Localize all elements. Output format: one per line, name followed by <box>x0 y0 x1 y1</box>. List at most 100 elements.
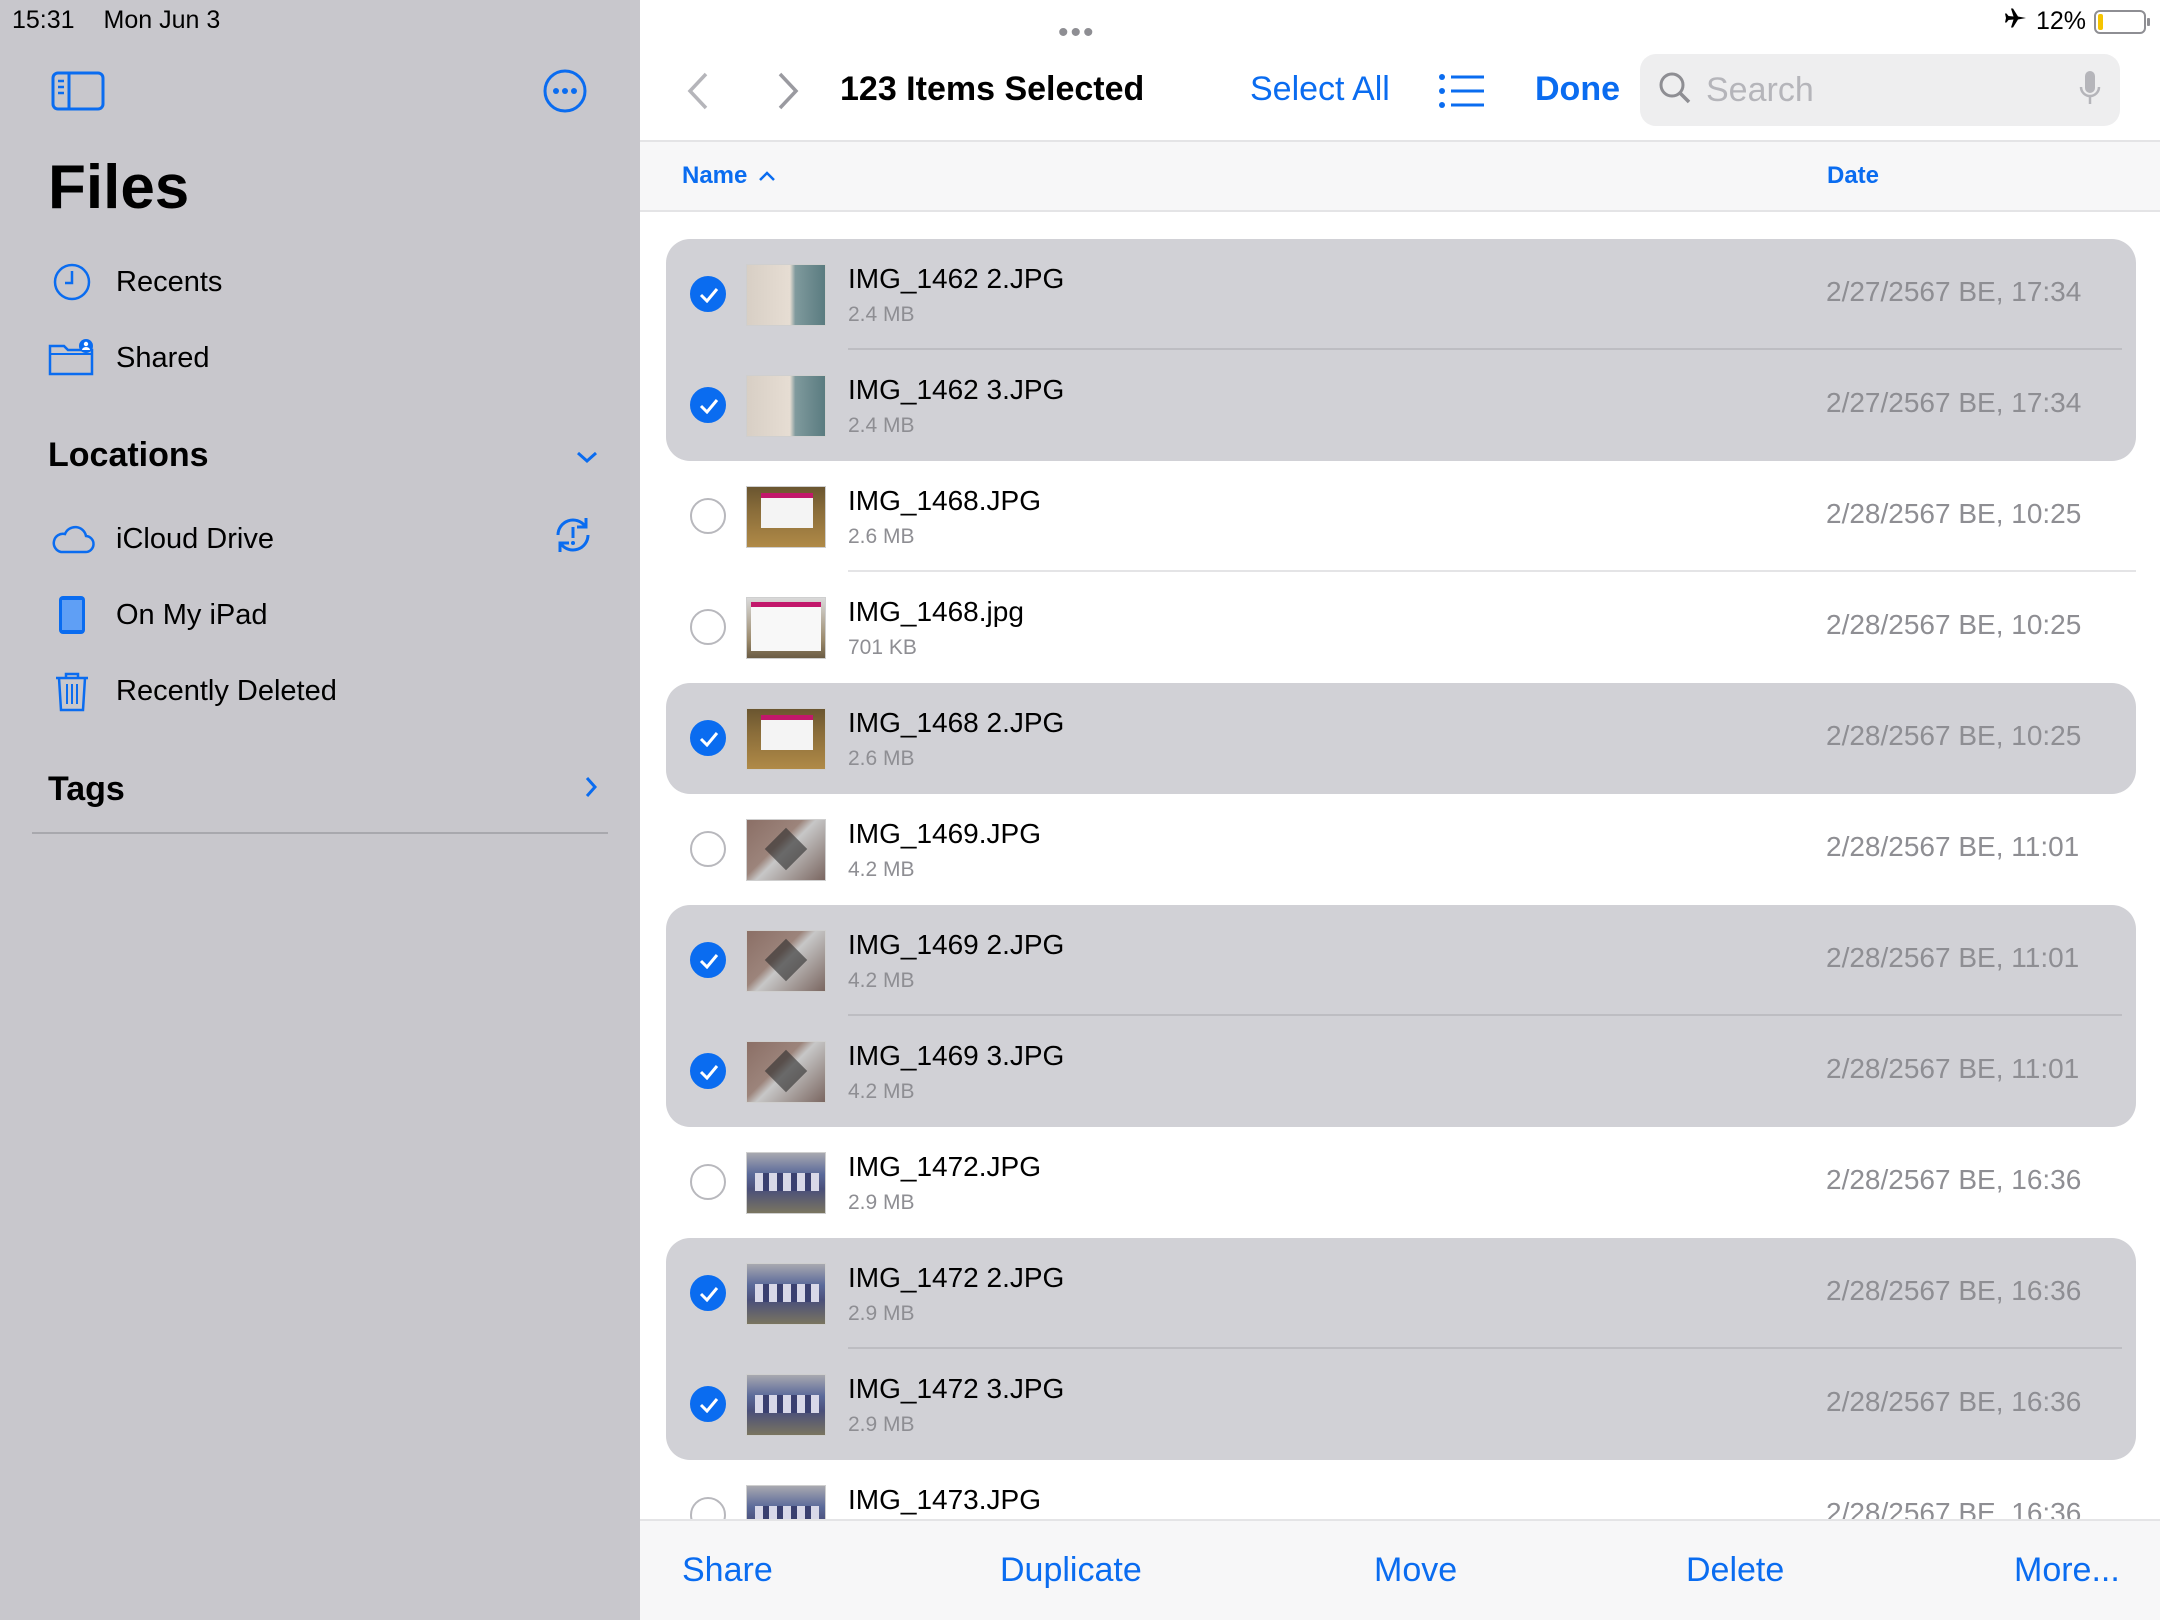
file-thumbnail <box>746 264 826 326</box>
sort-ascending-icon <box>757 162 777 190</box>
sidebar-divider <box>32 832 608 834</box>
microphone-icon[interactable] <box>2078 69 2102 112</box>
file-date: 2/28/2567 BE, 10:25 <box>1826 720 2082 751</box>
file-row[interactable]: IMG_1468 2.JPG 2.6 MB 2/28/2567 BE, 10:25 <box>666 683 2136 794</box>
status-time: 15:31 <box>12 6 75 34</box>
file-size: 2.6 MB <box>848 525 915 548</box>
selection-checkbox[interactable] <box>690 498 726 534</box>
sidebar-title: Files <box>48 153 190 222</box>
sidebar-toggle-icon[interactable] <box>50 68 106 114</box>
file-row[interactable]: IMG_1469.JPG 4.2 MB 2/28/2567 BE, 11:01 <box>666 794 2136 905</box>
selection-checkbox[interactable] <box>690 1497 726 1519</box>
file-date: 2/27/2567 BE, 17:34 <box>1826 387 2082 418</box>
file-thumbnail <box>746 597 826 659</box>
forward-chevron-icon[interactable] <box>768 66 808 116</box>
file-name: IMG_1468.JPG <box>848 485 1041 516</box>
selection-checkbox[interactable] <box>690 1164 726 1200</box>
file-size: 2.9 MB <box>848 1191 915 1214</box>
file-row[interactable]: IMG_1472.JPG 2.9 MB 2/28/2567 BE, 16:36 <box>666 1127 2136 1238</box>
file-thumbnail <box>746 708 826 770</box>
file-date: 2/28/2567 BE, 16:36 <box>1826 1164 2082 1195</box>
file-name: IMG_1469 2.JPG <box>848 929 1065 960</box>
chevron-right-icon[interactable] <box>582 770 600 809</box>
file-list[interactable]: IMG_1462 2.JPG 2.4 MB 2/27/2567 BE, 17:34 I… <box>666 239 2136 1519</box>
sidebar-item-label: On My iPad <box>116 598 268 631</box>
more-actions-button[interactable]: More... <box>2014 1551 2120 1590</box>
sidebar-item-label: Recently Deleted <box>116 674 337 707</box>
file-date: 2/28/2567 BE, 16:36 <box>1826 1275 2082 1306</box>
airplane-icon <box>2004 6 2028 37</box>
sidebar-item-recently-deleted[interactable]: Recently Deleted <box>48 661 608 721</box>
search-icon <box>1658 71 1692 110</box>
shared-folder-icon <box>48 334 96 382</box>
selection-checkbox[interactable] <box>690 942 726 978</box>
selection-checkbox[interactable] <box>690 1053 726 1089</box>
delete-button[interactable]: Delete <box>1686 1551 1784 1590</box>
sidebar-item-recents[interactable]: Recents <box>48 252 608 312</box>
status-bar-left: 15:31 Mon Jun 3 <box>12 6 242 35</box>
list-view-icon[interactable] <box>1438 72 1486 110</box>
more-options-icon[interactable] <box>542 68 588 114</box>
column-header: Name Date <box>640 142 2160 212</box>
file-thumbnail <box>746 1152 826 1214</box>
locations-section-header[interactable]: Locations <box>48 436 600 475</box>
sidebar-item-icloud-drive[interactable]: iCloud Drive <box>48 509 608 569</box>
file-row[interactable]: IMG_1473.JPG 2/28/2567 BE, 16:36 <box>666 1460 2136 1519</box>
file-row[interactable]: IMG_1468.jpg 701 KB 2/28/2567 BE, 10:25 <box>666 572 2136 683</box>
clock-icon <box>48 258 96 306</box>
file-date: 2/27/2567 BE, 17:34 <box>1826 276 2082 307</box>
file-thumbnail <box>746 1485 826 1519</box>
sidebar: 15:31 Mon Jun 3 Files Recents Shared Loc… <box>0 0 640 1620</box>
file-row[interactable]: IMG_1472 3.JPG 2.9 MB 2/28/2567 BE, 16:36 <box>666 1349 2136 1460</box>
move-button[interactable]: Move <box>1374 1551 1457 1590</box>
file-size: 4.2 MB <box>848 969 915 992</box>
file-row[interactable]: IMG_1469 2.JPG 4.2 MB 2/28/2567 BE, 11:01 <box>666 905 2136 1016</box>
back-chevron-icon[interactable] <box>678 66 718 116</box>
battery-icon <box>2094 9 2150 34</box>
file-name: IMG_1462 3.JPG <box>848 374 1065 405</box>
battery-percent: 12% <box>2035 7 2086 35</box>
file-row[interactable]: IMG_1469 3.JPG 4.2 MB 2/28/2567 BE, 11:01 <box>666 1016 2136 1127</box>
file-row[interactable]: IMG_1468.JPG 2.6 MB 2/28/2567 BE, 10:25 <box>666 461 2136 572</box>
status-bar-right: 12% <box>2004 6 2150 37</box>
file-thumbnail <box>746 375 826 437</box>
file-thumbnail <box>746 819 826 881</box>
date-column-sort-button[interactable]: Date <box>1827 162 1879 190</box>
sync-alert-icon[interactable] <box>550 512 596 566</box>
file-size: 2.6 MB <box>848 747 915 770</box>
file-thumbnail <box>746 1263 826 1325</box>
file-row[interactable]: IMG_1462 2.JPG 2.4 MB 2/27/2567 BE, 17:34 <box>666 239 2136 350</box>
file-thumbnail <box>746 486 826 548</box>
multitasking-grabber-icon[interactable]: ••• <box>1058 16 1096 50</box>
selection-checkbox[interactable] <box>690 609 726 645</box>
sidebar-item-on-my-ipad[interactable]: On My iPad <box>48 585 608 645</box>
file-size: 701 KB <box>848 636 917 659</box>
duplicate-button[interactable]: Duplicate <box>1000 1551 1142 1590</box>
file-row[interactable]: IMG_1472 2.JPG 2.9 MB 2/28/2567 BE, 16:36 <box>666 1238 2136 1349</box>
select-all-button[interactable]: Select All <box>1250 70 1390 109</box>
file-name: IMG_1462 2.JPG <box>848 263 1065 294</box>
trash-icon <box>48 667 96 715</box>
selection-checkbox[interactable] <box>690 387 726 423</box>
name-column-sort-button[interactable]: Name <box>682 162 777 190</box>
file-row[interactable]: IMG_1462 3.JPG 2.4 MB 2/27/2567 BE, 17:34 <box>666 350 2136 461</box>
done-button[interactable]: Done <box>1535 70 1620 109</box>
file-size: 4.2 MB <box>848 858 915 881</box>
file-name: IMG_1472 3.JPG <box>848 1373 1065 1404</box>
file-size: 2.4 MB <box>848 414 915 437</box>
share-button[interactable]: Share <box>682 1551 773 1590</box>
selection-checkbox[interactable] <box>690 831 726 867</box>
search-input[interactable] <box>1706 70 2066 110</box>
selection-checkbox[interactable] <box>690 1275 726 1311</box>
tags-section-header[interactable]: Tags <box>48 770 600 809</box>
selection-checkbox[interactable] <box>690 1386 726 1422</box>
file-date: 2/28/2567 BE, 11:01 <box>1826 942 2080 973</box>
file-name: IMG_1472.JPG <box>848 1151 1041 1182</box>
sidebar-item-shared[interactable]: Shared <box>48 328 608 388</box>
selection-checkbox[interactable] <box>690 720 726 756</box>
search-field[interactable] <box>1640 54 2120 126</box>
selection-checkbox[interactable] <box>690 276 726 312</box>
chevron-down-icon[interactable] <box>574 436 600 475</box>
cloud-icon <box>48 515 96 563</box>
file-name: IMG_1469.JPG <box>848 818 1041 849</box>
